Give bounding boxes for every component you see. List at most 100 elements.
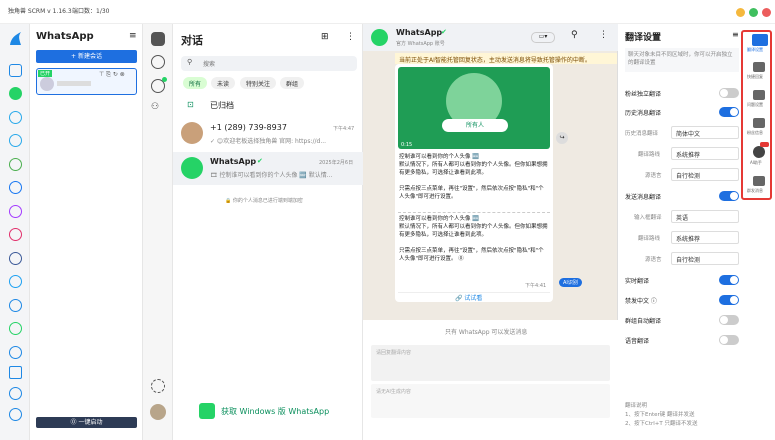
archived-label[interactable]: 已归档 — [210, 100, 234, 111]
profile-avatar[interactable] — [150, 404, 166, 420]
account-actions-icon[interactable]: ⊤ ⎘ ↻ ⊗ — [99, 71, 125, 79]
list-item[interactable]: +1 (289) 739-8937 下午4:47 ✓ 😊欢迎老板选择独角兽 官网… — [173, 118, 363, 151]
app-title: 独角兽 SCRM v 1.16.3 — [8, 8, 72, 15]
history-source-select[interactable]: 自行检测 — [671, 168, 739, 181]
realtime-label: 实时翻译 — [625, 278, 650, 285]
send-route-select[interactable]: 系统推荐 — [671, 231, 739, 244]
whatsapp-business-icon[interactable] — [9, 322, 22, 335]
highlight-frame — [741, 30, 772, 200]
history-translate-label: 历史消息翻译 — [625, 110, 662, 117]
group-auto-toggle[interactable] — [719, 315, 739, 325]
promo-media-image[interactable]: 所有人 0:15 — [398, 67, 550, 149]
search-input[interactable]: ⚲ 搜索 — [181, 56, 357, 71]
maximize-button[interactable] — [749, 8, 758, 17]
twitter-icon[interactable] — [9, 275, 22, 288]
ai-recognize-badge[interactable]: AI识别 — [559, 278, 582, 287]
account-card[interactable]: 已开 ⊤ ⎘ ↻ ⊗ — [36, 68, 137, 95]
send-source-select[interactable]: 自行检测 — [671, 252, 739, 265]
avatar — [181, 122, 203, 144]
translation-settings-panel: 翻译设置 ≡ 聊天对象未目不同区域时，你可以开启独立的翻译设置 粉丝独立翻译 历… — [618, 24, 746, 440]
send-translate-label: 发送消息翻译 — [625, 194, 662, 201]
chat-preview: 🎞 控制谁可以看到你的个人头像 🆕 默认情... — [210, 172, 333, 179]
skype-icon[interactable] — [9, 299, 22, 312]
verified-icon: ✔ — [441, 28, 447, 36]
filter-all[interactable]: 所有 — [183, 77, 208, 89]
telegram-icon[interactable] — [9, 111, 22, 124]
message-bubble: 所有人 0:15 控制谁可以看到你的个人头像 🆕 默认情况下，所有人都可以看到你… — [395, 64, 553, 302]
ai-input[interactable]: 请无AI生成内容 — [371, 384, 610, 418]
line-icon[interactable] — [9, 158, 22, 171]
menu-icon[interactable]: ≡ — [129, 31, 137, 41]
send-translate-toggle[interactable] — [719, 191, 739, 201]
history-translate-toggle[interactable] — [719, 107, 739, 117]
voice-translate-toggle[interactable] — [719, 335, 739, 345]
instagram-icon[interactable] — [9, 228, 22, 241]
whatsapp-icon[interactable] — [9, 87, 22, 100]
logout-icon[interactable] — [9, 408, 22, 421]
gear-icon[interactable] — [151, 379, 165, 393]
chat-preview: ✓ 😊欢迎老板选择独角兽 官网: https://d... — [210, 138, 327, 145]
input-lang-select[interactable]: 英语 — [671, 210, 739, 223]
search-icon[interactable]: ⚲ — [571, 30, 578, 40]
ai-hosting-notice: 当前正处于AI智能托管回复状态，主动发送消息将导致托管操作的中断。 — [395, 53, 617, 64]
conversation-pane: WhatsApp ✔ 官方 WhatsApp 账号 ▭▾ ⚲ ⋮ 当前正处于AI… — [363, 24, 618, 440]
filter-favorites[interactable]: 特别关注 — [240, 77, 277, 89]
title-bar: 独角兽 SCRM v 1.16.3 端口数：1/30 — [0, 0, 775, 24]
port-count: 端口数：1/30 — [72, 8, 110, 15]
search-placeholder: 搜索 — [203, 61, 216, 68]
chat-name: +1 (289) 739-8937 — [210, 123, 287, 132]
more-menu-icon[interactable]: ⋮ — [599, 30, 608, 40]
chat-time: 下午4:47 — [333, 126, 355, 132]
translation-placeholder: 请回复翻译内容 — [376, 350, 412, 356]
one-click-start-button[interactable]: ⓪ 一键启动 — [36, 417, 137, 428]
video-call-icon[interactable]: ▭▾ — [531, 32, 555, 43]
history-lang-select[interactable]: 简体中文 — [671, 126, 739, 139]
input-lang-label: 输入框翻译 — [634, 215, 662, 221]
filter-unread[interactable]: 未读 — [211, 77, 236, 89]
minimize-button[interactable] — [736, 8, 745, 17]
chat-tools-strip: ⚇ — [143, 24, 173, 440]
close-button[interactable] — [762, 8, 771, 17]
chat-time: 2025年2月6日 — [319, 160, 354, 166]
platform-sidebar — [0, 24, 30, 440]
filter-groups[interactable]: 群组 — [280, 77, 305, 89]
messenger-icon[interactable] — [9, 205, 22, 218]
account-name-blurred — [57, 81, 91, 86]
chat-icon[interactable] — [9, 346, 22, 359]
settings-icon[interactable] — [9, 387, 22, 400]
more-menu-icon[interactable]: ⋮ — [346, 32, 355, 42]
chats-icon[interactable] — [151, 32, 165, 46]
communities-icon[interactable]: ⚇ — [151, 102, 165, 113]
conversation-header: WhatsApp ✔ 官方 WhatsApp 账号 ▭▾ ⚲ ⋮ — [363, 24, 618, 51]
fan-translate-toggle[interactable] — [719, 88, 739, 98]
message-text: 控制谁可以看到你的个人头像 🆕 默认情况下，所有人都可以看到你的个人头像。但你如… — [399, 154, 548, 200]
block-chinese-toggle[interactable] — [719, 295, 739, 305]
translation-input[interactable]: 请回复翻译内容 — [371, 345, 610, 381]
facebook-icon[interactable] — [9, 181, 22, 194]
list-item[interactable]: WhatsApp ✔ 2025年2月6日 🎞 控制谁可以看到你的个人头像 🆕 默… — [173, 152, 363, 185]
status-icon[interactable] — [151, 55, 165, 69]
realtime-toggle[interactable] — [719, 275, 739, 285]
home-icon[interactable] — [9, 64, 22, 77]
get-windows-link[interactable]: 获取 Windows 版 WhatsApp — [221, 406, 329, 417]
archive-icon: ⊡ — [187, 100, 194, 109]
fan-translate-label: 粉丝独立翻译 — [625, 91, 662, 98]
menu-icon[interactable]: ≡ — [732, 30, 739, 39]
contact-avatar[interactable] — [371, 29, 388, 46]
group-auto-label: 群组自动翻译 — [625, 318, 662, 325]
help-enter: 1、按下Enter键 翻译并发送 — [625, 412, 695, 418]
contact-name[interactable]: WhatsApp — [396, 28, 442, 37]
try-it-link[interactable]: 🔗 试试看 — [455, 294, 482, 303]
divider — [398, 292, 550, 293]
history-route-select[interactable]: 系统推荐 — [671, 147, 739, 160]
new-chat-icon[interactable]: ⊞ — [321, 32, 329, 42]
forward-icon[interactable]: ↪ — [556, 132, 568, 144]
chat-name: WhatsApp — [210, 157, 257, 166]
apps-grid-icon[interactable] — [9, 366, 22, 379]
settings-description: 聊天对象未目不同区域时，你可以开启独立的翻译设置 — [625, 48, 739, 72]
new-session-button[interactable]: + 新建会话 — [36, 50, 137, 63]
whatsapp-avatar-icon — [181, 157, 203, 179]
telegram-alt-icon[interactable] — [9, 134, 22, 147]
settings-title: 翻译设置 — [625, 33, 662, 43]
vk-icon[interactable] — [9, 252, 22, 265]
